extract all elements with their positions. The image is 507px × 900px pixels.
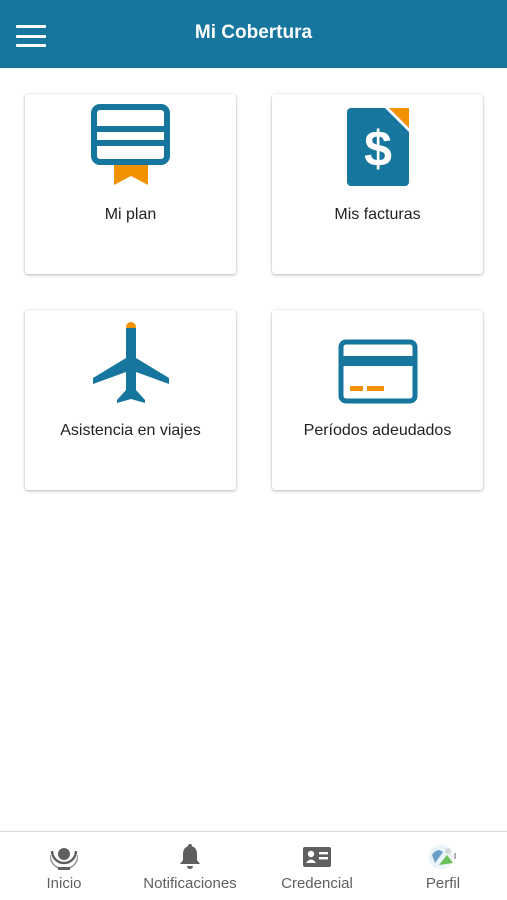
card-label: Asistencia en viajes [60, 422, 201, 439]
svg-text:$: $ [364, 121, 392, 177]
nav-item-perfil[interactable]: Perfil [380, 832, 506, 900]
nav-item-credencial[interactable]: Credencial [254, 832, 380, 900]
card-periodos-adeudados[interactable]: Períodos adeudados [272, 310, 483, 490]
nav-item-notificaciones[interactable]: Notificaciones [127, 832, 253, 900]
airplane-icon [25, 320, 236, 404]
nav-item-inicio[interactable]: Inicio [1, 832, 127, 900]
bottom-navigation: Inicio Notificaciones Credencial Perfil [0, 831, 507, 900]
hamburger-menu-icon[interactable] [16, 25, 46, 47]
card-label: Mis facturas [334, 206, 421, 223]
dollar-invoice-icon: $ [272, 104, 483, 188]
bell-icon [178, 843, 202, 871]
card-asistencia-viajes[interactable]: Asistencia en viajes [25, 310, 236, 490]
card-mis-facturas[interactable]: $ Mis facturas [272, 94, 483, 274]
id-card-icon [302, 843, 332, 871]
nav-label: Perfil [425, 875, 461, 892]
app-header: Mi Cobertura [0, 0, 507, 68]
page-title: Mi Cobertura [194, 22, 313, 43]
home-logo-icon [50, 843, 78, 871]
card-mi-plan[interactable]: Mi plan [25, 94, 236, 274]
membership-card-ribbon-icon [25, 104, 236, 188]
card-label: Mi plan [104, 206, 157, 223]
nav-label: Notificaciones [143, 875, 237, 892]
card-label: Períodos adeudados [303, 422, 452, 439]
app-screen: Mi Cobertura Mi plan $ Mis facturas Asis… [0, 0, 507, 900]
nav-label: Credencial [281, 875, 353, 892]
nav-label: Inicio [46, 875, 82, 892]
credit-card-icon [272, 320, 483, 404]
profile-avatar-icon [427, 843, 459, 871]
